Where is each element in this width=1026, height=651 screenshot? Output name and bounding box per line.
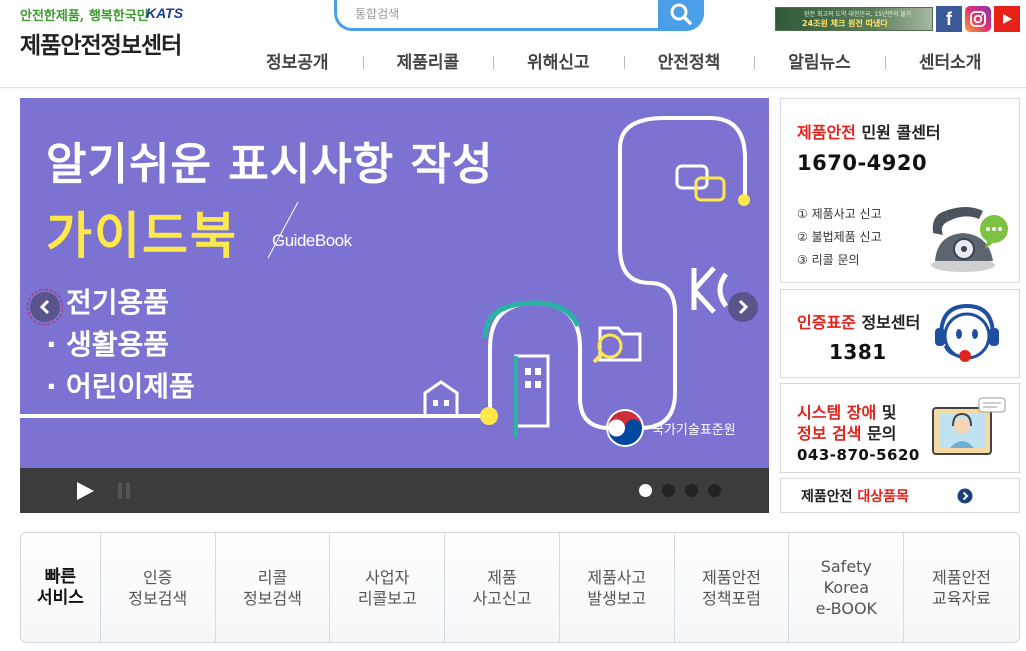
- cert-center-title-rest: 정보센터: [855, 313, 921, 332]
- quick-accident-report[interactable]: 제품 사고신고: [445, 533, 560, 642]
- cert-center-box[interactable]: 인증표준 정보센터 1381: [780, 289, 1020, 378]
- quick-cert-search[interactable]: 인증 정보검색: [101, 533, 216, 642]
- system-title-line2: 정보 검색 문의: [797, 420, 896, 444]
- chevron-right-icon: [738, 300, 749, 314]
- pause-icon[interactable]: [116, 482, 132, 500]
- youtube-play-glyph: [1003, 14, 1012, 24]
- nav-hazard-report[interactable]: 위해신고: [493, 48, 624, 73]
- quick-accident-occurrence-report[interactable]: 제품사고 발생보고: [560, 533, 675, 642]
- search-box: [334, 0, 704, 31]
- slide-next-button[interactable]: [728, 292, 758, 322]
- call-center-title-rest: 민원 콜센터: [855, 123, 941, 142]
- hero-title-line1: 알기쉬운 표시사항 작성: [46, 139, 494, 190]
- call-center-line: ① 제품사고 신고: [797, 207, 882, 221]
- target-products-title-black: 제품안전: [801, 489, 858, 505]
- target-products-box[interactable]: 제품안전 대상품목: [780, 478, 1020, 513]
- logo-slogan[interactable]: 안전한제품, 행복한국민: [20, 5, 149, 24]
- hero-item-bullet: ·: [46, 328, 57, 361]
- telephone-icon: [931, 207, 1008, 272]
- kats-logo[interactable]: KATS: [146, 5, 183, 21]
- system-title-line2-red: 정보 검색: [797, 424, 862, 443]
- quick-education-material[interactable]: 제품안전 교육자료: [904, 533, 1019, 642]
- quick-service-bar: 빠른 서비스 인증 정보검색 리콜 정보검색 사업자 리콜보고 제품 사고신고 …: [20, 532, 1020, 643]
- quick-policy-forum[interactable]: 제품안전 정책포럼: [675, 533, 790, 642]
- call-center-number: 1670-4920: [797, 151, 928, 175]
- call-center-box[interactable]: 제품안전 민원 콜센터 1670-4920 ① 제품사고 신고 ② 불법제품 신…: [780, 98, 1020, 283]
- hero-item: · 어린이제품: [46, 365, 195, 407]
- hero-org-name: 국가기술표준원: [652, 423, 736, 438]
- headset-mascot-icon: [935, 303, 999, 362]
- cert-center-number: 1381: [829, 340, 887, 364]
- main-navigation: 정보공개 제품리콜 위해신고 안전정책 알림뉴스 센터소개: [232, 44, 1015, 76]
- system-inquiry-box[interactable]: 시스템 장애 및 정보 검색 문의 043-870-5620: [780, 383, 1020, 473]
- instagram-icon[interactable]: [965, 6, 991, 32]
- call-center-title: 제품안전 민원 콜센터: [797, 119, 941, 143]
- top-banner-line2: 24조원 체크 원전 따냈다: [802, 19, 888, 28]
- system-inquiry-number: 043-870-5620: [797, 446, 920, 464]
- nav-center-intro[interactable]: 센터소개: [884, 48, 1016, 73]
- nav-product-recall[interactable]: 제품리콜: [362, 48, 494, 73]
- hero-item: · 생활용품: [46, 323, 195, 365]
- hero-item-label: 전기용품: [66, 286, 170, 319]
- call-center-line: ② 불법제품 신고: [797, 230, 882, 244]
- cert-center-title: 인증표준 정보센터: [797, 309, 920, 333]
- target-products-title: 제품안전 대상품목: [801, 486, 909, 506]
- quick-business-recall-report[interactable]: 사업자 리콜보고: [330, 533, 446, 642]
- cert-center-title-red: 인증표준: [797, 313, 856, 332]
- facebook-icon[interactable]: f: [936, 6, 962, 32]
- hero-item-label: 어린이제품: [66, 370, 195, 403]
- youtube-icon[interactable]: [994, 6, 1020, 32]
- hero-slide[interactable]: 알기쉬운 표시사항 작성 가이드북 GuideBook 전기용품 · 생활용품 ·…: [20, 98, 769, 468]
- slider-controls: [20, 468, 769, 513]
- instagram-glyph: [970, 11, 986, 27]
- arrow-circle-right-icon[interactable]: [957, 488, 973, 504]
- slide-dot-2[interactable]: [662, 484, 675, 497]
- hero-item-list: 전기용품 · 생활용품 · 어린이제품: [46, 281, 195, 407]
- quick-ebook[interactable]: Safety Korea e-BOOK: [789, 533, 905, 642]
- operator-monitor-icon: [932, 397, 1006, 455]
- search-icon: [670, 3, 692, 25]
- search-button[interactable]: [658, 0, 704, 31]
- slide-dot-4[interactable]: [708, 484, 721, 497]
- slide-pagination: [639, 484, 731, 497]
- hero-item: 전기용품: [46, 281, 195, 323]
- search-input[interactable]: [355, 3, 655, 25]
- hero-subtitle: GuideBook: [272, 231, 352, 250]
- hero-item-bullet: ·: [46, 370, 57, 403]
- nav-safety-policy[interactable]: 안전정책: [623, 48, 755, 73]
- play-icon[interactable]: [74, 480, 96, 502]
- target-products-title-red: 대상품목: [857, 489, 909, 505]
- system-title-line2-rest: 문의: [861, 424, 897, 443]
- call-center-line: ③ 리콜 문의: [797, 253, 860, 267]
- hero-title-line2: 가이드북: [46, 207, 238, 265]
- call-center-title-red: 제품안전: [797, 123, 856, 142]
- hero-slider: 알기쉬운 표시사항 작성 가이드북 GuideBook 전기용품 · 생활용품 ·…: [20, 98, 769, 513]
- site-title[interactable]: 제품안전정보센터: [20, 26, 182, 60]
- quick-recall-search[interactable]: 리콜 정보검색: [216, 533, 331, 642]
- top-promo-banner[interactable]: 완전 최고의 도약 대한민국, 15년만의 불가 24조원 체크 원전 따냈다: [775, 7, 933, 31]
- top-banner-line1: 완전 최고의 도약 대한민국, 15년만의 불가: [804, 11, 912, 18]
- nav-news[interactable]: 알림뉴스: [754, 48, 885, 73]
- nav-info-disclosure[interactable]: 정보공개: [232, 48, 363, 73]
- slide-dot-1[interactable]: [639, 484, 652, 497]
- quick-service-heading: 빠른 서비스: [21, 533, 101, 642]
- slide-prev-button[interactable]: [27, 289, 63, 325]
- chevron-left-icon: [39, 300, 50, 314]
- hero-item-label: 생활용품: [66, 328, 170, 361]
- site-header: 안전한제품, 행복한국민 KATS 제품안전정보센터 완전 최고의 도약 대한민…: [0, 0, 1026, 88]
- slide-dot-3[interactable]: [685, 484, 698, 497]
